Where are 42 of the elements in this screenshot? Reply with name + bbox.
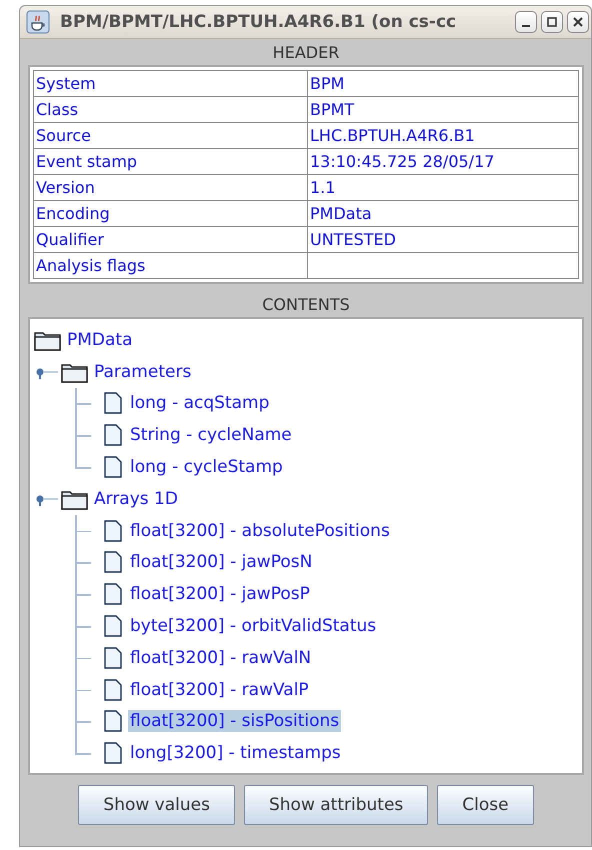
close-icon <box>572 16 584 28</box>
table-cell: Version <box>33 175 307 200</box>
tree-item[interactable]: long - acqStamp <box>128 392 272 414</box>
tree-item[interactable]: float[3200] - absolutePositions <box>128 520 392 542</box>
section-title: CONTENTS <box>261 294 351 316</box>
table-cell: BPM <box>307 71 579 96</box>
minimize-button[interactable] <box>515 11 537 33</box>
tree-item[interactable]: float[3200] - sisPositions <box>128 710 342 732</box>
close-button[interactable]: Close <box>437 785 534 825</box>
show-values-button[interactable]: Show values <box>78 785 235 825</box>
tree-item[interactable]: byte[3200] - orbitValidStatus <box>128 615 378 638</box>
tree-item[interactable]: PMData <box>65 328 135 351</box>
table-cell: LHC.BPTUH.A4R6.B1 <box>307 123 579 148</box>
table-cell: System <box>33 71 307 96</box>
table-cell: Event stamp <box>33 149 307 174</box>
maximize-icon <box>546 16 558 28</box>
table-cell: Encoding <box>33 201 307 226</box>
tree-item[interactable]: float[3200] - jawPosP <box>128 583 312 606</box>
close-button[interactable] <box>567 11 589 33</box>
table-cell: Qualifier <box>33 227 307 252</box>
tree-item[interactable]: String - cycleName <box>128 424 294 446</box>
table-cell: 1.1 <box>307 175 579 200</box>
minimize-icon <box>522 25 530 27</box>
table-cell: Class <box>33 97 307 122</box>
tree-item[interactable]: long[3200] - timestamps <box>128 742 343 764</box>
table-cell: UNTESTED <box>307 227 579 252</box>
window-title: BPM/BPMT/LHC.BPTUH.A4R6.B1 (on cs-cc <box>60 12 458 32</box>
table-cell: BPMT <box>307 97 579 122</box>
tree-item[interactable]: float[3200] - rawValN <box>128 646 314 669</box>
tree-item[interactable]: float[3200] - jawPosN <box>128 551 314 574</box>
tree-item[interactable]: float[3200] - rawValP <box>128 678 311 701</box>
coffee-cup-icon <box>26 10 50 34</box>
table-cell: Source <box>33 123 307 148</box>
table-cell: Analysis flags <box>33 253 307 278</box>
tree-item[interactable]: Arrays 1D <box>92 488 180 510</box>
tree-item[interactable]: long - cycleStamp <box>128 456 285 478</box>
table-cell: 13:10:45.725 28/05/17 <box>307 149 579 174</box>
show-attributes-button[interactable]: Show attributes <box>244 785 428 825</box>
tree-item[interactable]: Parameters <box>92 360 194 383</box>
section-title: HEADER <box>272 42 340 64</box>
maximize-button[interactable] <box>541 11 563 33</box>
table-cell: PMData <box>307 201 579 226</box>
